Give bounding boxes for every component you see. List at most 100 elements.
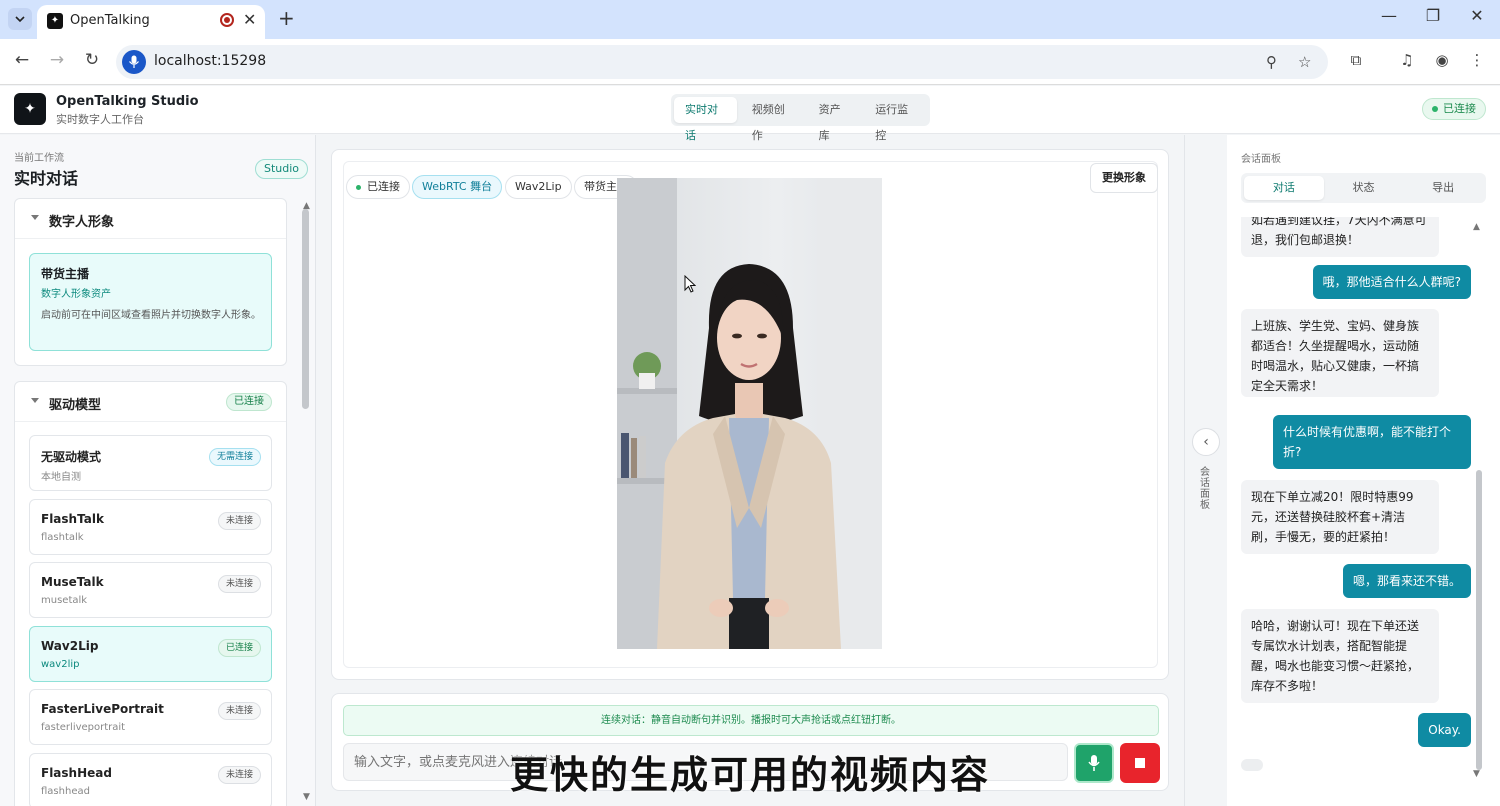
back-icon[interactable]: ← [10, 50, 34, 70]
recording-indicator-icon [220, 13, 234, 27]
nav-asset-library[interactable]: 资产库 [808, 97, 861, 142]
avatar-section-title: 数字人形象 [49, 215, 115, 230]
avatar-video-frame [617, 178, 882, 649]
media-controls-icon[interactable]: ♫ [1396, 51, 1418, 69]
browser-tabstrip: ✦ OpenTalking ✕ + — ❐ ✕ [0, 0, 1500, 39]
chat-message-list[interactable]: 如若遇到建议挂，7天内不满意可退，我们包邮退换！ 哦，那他适合什么人群呢? 上班… [1227, 217, 1500, 779]
url-text: localhost:15298 [154, 53, 267, 69]
nav-video-creation[interactable]: 视频创作 [741, 97, 804, 142]
brand-title: OpenTalking Studio [56, 94, 199, 109]
model-item[interactable]: MuseTalk musetalk 未连接 [29, 562, 272, 618]
session-panel-tabs: 对话 状态 导出 [1241, 173, 1486, 203]
typing-indicator [1241, 759, 1263, 771]
workflow-sidebar: 当前工作流 实时对话 Studio 数字人形象 带货主播 数字人形象资产 启动前… [0, 135, 316, 806]
browser-tab[interactable]: ✦ OpenTalking ✕ [37, 5, 265, 39]
tab-export[interactable]: 导出 [1403, 176, 1483, 200]
browser-menu-icon[interactable]: ⋮ [1466, 51, 1488, 69]
avatar-item-subtitle: 数字人形象资产 [41, 289, 111, 300]
chevron-down-icon [15, 16, 25, 23]
model-item[interactable]: FlashTalk flashtalk 未连接 [29, 498, 272, 555]
chevron-left-icon: ‹ [1203, 434, 1209, 450]
model-item[interactable]: 无驱动模式 本地自测 无需连接 [29, 435, 272, 491]
avatar-section: 数字人形象 带货主播 数字人形象资产 启动前可在中间区域查看照片并切换数字人形象… [14, 198, 287, 366]
continuous-chat-hint: 连续对话：静音自动断句并识别。播报时可大声抢话或点红钮打断。 [343, 705, 1159, 736]
chat-scrollbar[interactable] [1476, 470, 1482, 770]
nav-run-monitor[interactable]: 运行监控 [864, 97, 927, 142]
sidebar-scrollbar[interactable] [302, 209, 309, 409]
model-item-name: MuseTalk [41, 575, 104, 589]
model-item-name: FlashTalk [41, 511, 104, 526]
model-item-name: 无驱动模式 [41, 450, 102, 464]
model-item-id: fasterliveportrait [41, 722, 126, 733]
browser-toolbar: ← → ↻ localhost:15298 ⚲ ☆ ⧉ ♫ ◉ ⋮ [0, 39, 1500, 85]
tab-title: OpenTalking [70, 13, 150, 28]
model-item[interactable]: Wav2Lip wav2lip 已连接 [29, 625, 272, 682]
avatar-item-name: 带货主播 [41, 267, 90, 281]
new-tab-button[interactable]: + [278, 6, 295, 30]
workflow-label: 当前工作流 [14, 153, 64, 164]
collapse-panel-button[interactable]: ‹ [1192, 428, 1220, 456]
chat-message-bot: 现在下单立减20！限时特惠99元，还送替换硅胶杯套+清洁刷，手慢无，要的赶紧拍！ [1241, 480, 1439, 554]
forward-icon[interactable]: → [45, 50, 69, 70]
stage-model-chip: Wav2Lip [505, 175, 572, 199]
chat-message-bot: 如若遇到建议挂，7天内不满意可退，我们包邮退换！ [1241, 217, 1439, 257]
profile-icon[interactable]: ◉ [1431, 51, 1453, 69]
mouse-cursor-icon [684, 275, 696, 293]
driver-model-header[interactable]: 驱动模型 已连接 [15, 382, 286, 422]
session-panel-label: 会话面板 [1241, 154, 1281, 165]
chat-scroll-up-icon[interactable]: ▲ [1473, 222, 1480, 232]
reload-icon[interactable]: ↻ [80, 50, 104, 70]
nav-realtime-chat[interactable]: 实时对话 [674, 97, 737, 142]
model-status-badge: 未连接 [217, 511, 261, 530]
driver-model-section: 驱动模型 已连接 无驱动模式 本地自测 无需连接 FlashTalk flashtalk… [14, 381, 287, 806]
chat-message-user: 嗯，那看来还不错。 [1342, 564, 1471, 598]
tab-search-button[interactable] [8, 8, 32, 30]
opentalking-favicon-icon: ✦ [47, 13, 63, 29]
studio-badge: Studio [255, 159, 309, 179]
model-status-badge: 未连接 [217, 575, 261, 593]
mic-in-use-icon[interactable] [122, 50, 146, 74]
model-item-id: wav2lip [41, 658, 80, 670]
tab-status[interactable]: 状态 [1324, 176, 1404, 200]
driver-model-title: 驱动模型 [49, 398, 102, 413]
chat-message-bot: 上班族、学生党、宝妈、健身族都适合！久坐提醒喝水，运动随时喝温水，贴心又健康，一… [1241, 309, 1439, 397]
rail-label: 会话面板 [1200, 467, 1210, 511]
minimize-window-icon[interactable]: — [1374, 6, 1404, 25]
model-item-id: 本地自测 [41, 472, 81, 483]
avatar-section-header[interactable]: 数字人形象 [15, 199, 286, 239]
session-panel-rail: ‹ 会话面板 [1184, 135, 1226, 806]
extensions-icon[interactable]: ⧉ [1345, 51, 1367, 69]
restore-window-icon[interactable]: ❐ [1418, 6, 1448, 25]
chat-message-user: 哦，那他适合什么人群呢? [1312, 265, 1471, 299]
workflow-title: 实时对话 [14, 169, 79, 188]
swap-avatar-button[interactable]: 更换形象 [1090, 163, 1158, 193]
close-window-icon[interactable]: ✕ [1462, 6, 1492, 25]
avatar-item-selected[interactable]: 带货主播 数字人形象资产 启动前可在中间区域查看照片并切换数字人形象。 [29, 253, 272, 351]
brand-subtitle: 实时数字人工作台 [56, 113, 144, 126]
collapse-caret-icon [31, 398, 39, 403]
zoom-icon[interactable]: ⚲ [1266, 53, 1277, 71]
session-panel: 会话面板 对话 状态 导出 如若遇到建议挂，7天内不满意可退，我们包邮退换！ 哦… [1227, 135, 1500, 806]
model-status-badge: 已连接 [217, 638, 261, 657]
driver-model-status-badge: 已连接 [226, 393, 272, 411]
model-item-id: musetalk [41, 595, 88, 606]
model-item-name: FasterLivePortrait [41, 702, 164, 716]
top-navigation: 实时对话 视频创作 资产库 运行监控 [671, 94, 930, 142]
model-item[interactable]: FasterLivePortrait fasterliveportrait 未连接 [29, 689, 272, 745]
connection-status-badge: 已连接 [1422, 98, 1486, 120]
avatar-item-description: 启动前可在中间区域查看照片并切换数字人形象。 [41, 310, 261, 321]
app-logo-icon: ✦ [14, 93, 46, 125]
bookmark-star-icon[interactable]: ☆ [1298, 53, 1311, 71]
tab-chat[interactable]: 对话 [1244, 176, 1324, 200]
model-item-name: Wav2Lip [41, 638, 99, 653]
chat-scroll-down-icon[interactable]: ▼ [1473, 769, 1480, 779]
stage-transport-chip: WebRTC 舞台 [412, 175, 503, 199]
collapse-caret-icon [31, 215, 39, 220]
close-tab-icon[interactable]: ✕ [243, 10, 256, 29]
stage-connected-chip: 已连接 [346, 175, 410, 199]
address-bar[interactable]: localhost:15298 ⚲ ☆ [116, 45, 1328, 79]
chat-message-bot: 哈哈，谢谢认可！现在下单还送专属饮水计划表，搭配智能提醒，喝水也能变习惯～赶紧抢… [1241, 609, 1439, 703]
chat-message-user: 什么时候有优惠啊，能不能打个折? [1273, 415, 1471, 469]
digital-human-presenter-image [617, 178, 882, 649]
app-header: ✦ OpenTalking Studio 实时数字人工作台 实时对话 视频创作 … [0, 86, 1500, 142]
